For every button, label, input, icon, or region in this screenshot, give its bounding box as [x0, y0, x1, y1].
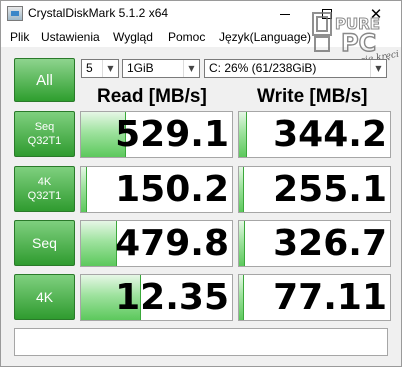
result-value: 150.2 — [115, 169, 229, 210]
seq-q32t1-button[interactable]: Seq Q32T1 — [14, 111, 75, 157]
seq-q32t1-write-result: 344.2 — [238, 111, 391, 158]
window-title: CrystalDiskMark 5.1.2 x64 — [28, 6, 169, 20]
write-fill-bar — [239, 112, 247, 157]
row-label-line1: Seq — [34, 121, 55, 133]
chevron-down-icon: ▼ — [102, 60, 118, 77]
drive-value: C: 26% (61/238GiB) — [209, 61, 317, 75]
4k-read-result: 12.35 — [80, 274, 233, 321]
row-label-line1: 4K — [35, 289, 54, 305]
result-value: 344.2 — [273, 114, 387, 155]
all-button[interactable]: All — [14, 58, 75, 102]
menu-file[interactable]: Plik — [10, 30, 29, 44]
result-value: 77.11 — [273, 277, 387, 318]
4k-q32t1-write-result: 255.1 — [238, 166, 391, 213]
read-column-header: Read [MB/s] — [97, 86, 207, 107]
drive-select[interactable]: C: 26% (61/238GiB) ▼ — [204, 59, 387, 78]
result-value: 529.1 — [115, 114, 229, 155]
read-fill-bar — [81, 221, 118, 266]
result-value: 255.1 — [273, 169, 387, 210]
menu-help[interactable]: Pomoc — [168, 30, 205, 44]
seq-write-result: 326.7 — [238, 220, 391, 267]
row-label-line1: Seq — [32, 235, 57, 251]
menu-settings[interactable]: Ustawienia — [41, 30, 100, 44]
test-count-value: 5 — [86, 61, 93, 75]
write-fill-bar — [239, 167, 244, 212]
4k-button[interactable]: 4K — [14, 274, 75, 320]
4k-write-result: 77.11 — [238, 274, 391, 321]
row-label-line2: Q32T1 — [27, 190, 62, 202]
minimize-icon — [280, 13, 290, 15]
app-icon — [7, 6, 23, 21]
result-value: 479.8 — [115, 223, 229, 264]
row-label-line2: Q32T1 — [27, 135, 62, 147]
svg-text:PC: PC — [341, 29, 376, 57]
read-fill-bar — [81, 167, 88, 212]
test-count-select[interactable]: 5 ▼ — [81, 59, 119, 78]
test-size-select[interactable]: 1GiB ▼ — [122, 59, 200, 78]
seq-read-result: 479.8 — [80, 220, 233, 267]
seq-button[interactable]: Seq — [14, 220, 75, 266]
test-size-value: 1GiB — [127, 61, 154, 75]
chevron-down-icon: ▼ — [370, 60, 386, 77]
comment-input[interactable] — [14, 328, 388, 356]
write-column-header: Write [MB/s] — [257, 86, 368, 107]
row-label-line1: 4K — [37, 176, 52, 188]
result-value: 12.35 — [115, 277, 229, 318]
minimize-button[interactable] — [265, 1, 305, 27]
menu-theme[interactable]: Wygląd — [113, 30, 153, 44]
write-fill-bar — [239, 221, 246, 266]
seq-q32t1-read-result: 529.1 — [80, 111, 233, 158]
result-value: 326.7 — [273, 223, 387, 264]
chevron-down-icon: ▼ — [183, 60, 199, 77]
4k-q32t1-button[interactable]: 4K Q32T1 — [14, 166, 75, 212]
4k-q32t1-read-result: 150.2 — [80, 166, 233, 213]
menu-language[interactable]: Język(Language) — [219, 30, 311, 44]
write-fill-bar — [239, 275, 244, 320]
app-window: CrystalDiskMark 5.1.2 x64 ✕ Plik Ustawie… — [0, 0, 402, 367]
